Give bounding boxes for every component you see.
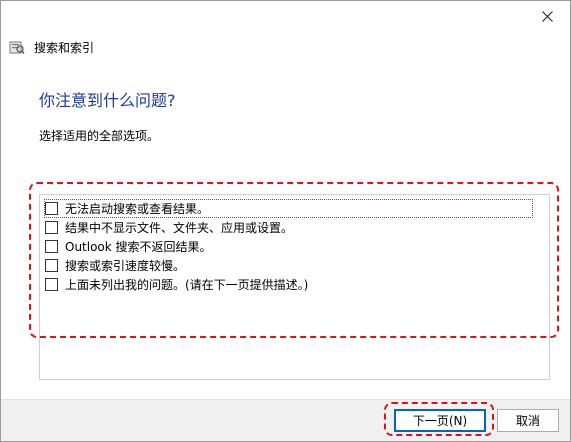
troubleshooter-window: 搜索和索引 你注意到什么问题? 选择适用的全部选项。 无法启动搜索或查看结果。 … [0, 0, 571, 442]
page-heading: 你注意到什么问题? [39, 91, 176, 110]
option-files-not-shown[interactable]: 结果中不显示文件、文件夹、应用或设置。 [45, 219, 293, 236]
option-label: 搜索或索引速度较慢。 [65, 259, 186, 273]
window-title: 搜索和索引 [34, 40, 95, 55]
options-list: 无法启动搜索或查看结果。 结果中不显示文件、文件夹、应用或设置。 Outlook… [39, 194, 550, 380]
checkbox[interactable] [45, 240, 58, 253]
instruction-text: 选择适用的全部选项。 [39, 129, 160, 143]
checkbox[interactable] [45, 202, 58, 215]
checkbox[interactable] [45, 259, 58, 272]
option-search-slow[interactable]: 搜索或索引速度较慢。 [45, 257, 185, 274]
option-label: Outlook 搜索不返回结果。 [65, 240, 212, 254]
cancel-button[interactable]: 取消 [497, 409, 559, 432]
checkbox[interactable] [45, 278, 58, 291]
search-indexing-icon [9, 41, 25, 55]
close-button[interactable] [534, 3, 560, 29]
window-title-row: 搜索和索引 [9, 38, 94, 56]
checkbox[interactable] [45, 221, 58, 234]
option-label: 无法启动搜索或查看结果。 [65, 202, 210, 216]
option-label: 结果中不显示文件、文件夹、应用或设置。 [65, 221, 294, 235]
next-button[interactable]: 下一页(N) [394, 409, 486, 432]
close-icon [541, 10, 553, 22]
dialog-footer: 下一页(N) 取消 [1, 399, 570, 441]
option-outlook-no-results[interactable]: Outlook 搜索不返回结果。 [45, 238, 212, 255]
option-problem-not-listed[interactable]: 上面未列出我的问题。(请在下一页提供描述。) [45, 276, 308, 293]
option-cannot-start-search[interactable]: 无法启动搜索或查看结果。 [44, 199, 533, 218]
option-label: 上面未列出我的问题。(请在下一页提供描述。) [65, 278, 309, 292]
